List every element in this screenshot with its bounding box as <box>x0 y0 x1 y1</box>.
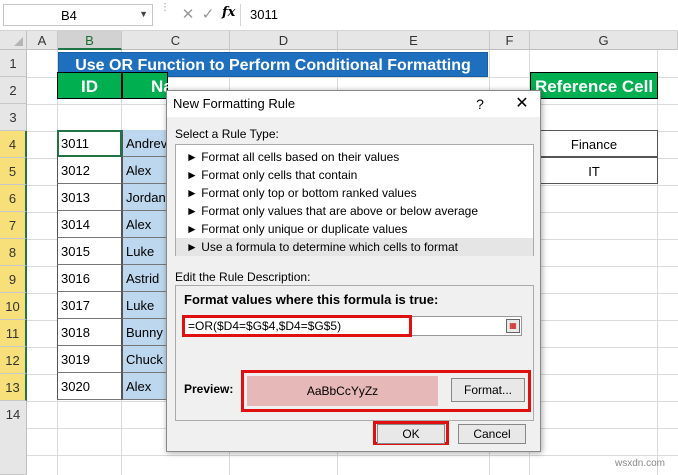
watermark: wsxdn.com <box>615 458 666 469</box>
rule-type-item[interactable]: ► Format all cells based on their values <box>176 148 533 166</box>
name-cell[interactable]: Andrev <box>122 130 168 157</box>
id-cell[interactable]: 3015 <box>57 238 122 265</box>
rule-type-item[interactable]: ► Format only values that are above or b… <box>176 202 533 220</box>
edit-description-label: Edit the Rule Description: <box>175 270 311 284</box>
gridline <box>27 455 678 456</box>
cancel-button[interactable]: Cancel <box>458 424 526 444</box>
column-header-c[interactable]: C <box>122 31 230 50</box>
name-cell[interactable]: Luke <box>122 292 168 319</box>
preview-label: Preview: <box>184 382 234 396</box>
preview-highlight-box: AaBbCcYyZz Format... <box>241 370 531 412</box>
formula-bar: B4 ▼ ⋮ ✕ ✓ fx 3011 <box>0 0 678 31</box>
rule-type-item-selected[interactable]: ► Use a formula to determine which cells… <box>176 238 533 256</box>
id-cell[interactable]: 3019 <box>57 346 122 373</box>
enter-formula-icon[interactable]: ✓ <box>198 5 218 25</box>
row-header-11[interactable]: 11 <box>0 320 27 347</box>
name-cell[interactable]: Jordan <box>122 184 168 211</box>
row-header-6[interactable]: 6 <box>0 185 27 212</box>
help-icon[interactable]: ? <box>465 91 495 117</box>
rule-type-item[interactable]: ► Format only top or bottom ranked value… <box>176 184 533 202</box>
column-header-d[interactable]: D <box>230 31 338 50</box>
reference-cell[interactable]: Finance <box>530 130 658 157</box>
id-cell[interactable]: 3018 <box>57 319 122 346</box>
rule-type-item[interactable]: ► Format only unique or duplicate values <box>176 220 533 238</box>
range-select-icon[interactable]: ▦ <box>506 319 520 333</box>
header-reference-cell[interactable]: Reference Cell <box>530 72 658 99</box>
rule-type-label: Select a Rule Type: <box>175 127 279 141</box>
rule-description-panel: Format values where this formula is true… <box>175 285 534 421</box>
header-id[interactable]: ID <box>57 72 122 99</box>
cancel-formula-icon[interactable]: ✕ <box>178 5 198 25</box>
new-formatting-rule-dialog: New Formatting Rule ? ✕ Select a Rule Ty… <box>166 90 541 452</box>
drag-handle-icon[interactable]: ⋮ <box>160 3 170 25</box>
id-cell[interactable]: 3012 <box>57 157 122 184</box>
row-header-13[interactable]: 13 <box>0 374 27 401</box>
id-cell[interactable]: 3017 <box>57 292 122 319</box>
rule-type-item[interactable]: ► Format only cells that contain <box>176 166 533 184</box>
format-preview: AaBbCcYyZz <box>247 376 438 406</box>
chevron-down-icon[interactable]: ▼ <box>139 9 148 19</box>
reference-cell[interactable]: IT <box>530 157 658 184</box>
name-cell[interactable]: Alex <box>122 157 168 184</box>
row-header-10[interactable]: 10 <box>0 293 27 320</box>
name-cell[interactable]: Astrid <box>122 265 168 292</box>
name-cell[interactable]: Bunny <box>122 319 168 346</box>
column-header-g[interactable]: G <box>530 31 678 50</box>
row-header-8[interactable]: 8 <box>0 239 27 266</box>
header-name[interactable]: Na <box>122 72 173 99</box>
row-header-4[interactable]: 4 <box>0 131 27 158</box>
name-cell[interactable]: Alex <box>122 211 168 238</box>
name-box-value: B4 <box>61 8 77 23</box>
name-cell[interactable]: Luke <box>122 238 168 265</box>
formula-title: Format values where this formula is true… <box>184 292 439 307</box>
formula-input[interactable]: 3011 <box>240 4 678 26</box>
format-button[interactable]: Format... <box>451 378 525 402</box>
row-header-2[interactable]: 2 <box>0 77 27 104</box>
row-header-7[interactable]: 7 <box>0 212 27 239</box>
id-cell[interactable]: 3013 <box>57 184 122 211</box>
insert-function-icon[interactable]: fx <box>222 5 235 20</box>
row-header-5[interactable]: 5 <box>0 158 27 185</box>
name-cell[interactable]: Chuck <box>122 346 168 373</box>
select-all-corner[interactable] <box>0 31 27 50</box>
gridline <box>657 50 658 475</box>
name-box[interactable]: B4 ▼ <box>3 4 153 26</box>
id-cell[interactable]: 3020 <box>57 373 122 400</box>
column-header-f[interactable]: F <box>490 31 530 50</box>
ok-button[interactable]: OK <box>377 424 445 444</box>
rule-type-list: ► Format all cells based on their values… <box>175 144 534 256</box>
column-header-e[interactable]: E <box>338 31 490 50</box>
column-header-a[interactable]: A <box>27 31 58 50</box>
column-header-b[interactable]: B <box>58 31 122 50</box>
row-header-9[interactable]: 9 <box>0 266 27 293</box>
id-cell[interactable]: 3014 <box>57 211 122 238</box>
id-cell[interactable]: 3011 <box>57 130 122 157</box>
formula-highlight-box <box>182 315 412 337</box>
id-cell[interactable]: 3016 <box>57 265 122 292</box>
row-header-12[interactable]: 12 <box>0 347 27 374</box>
close-icon[interactable]: ✕ <box>507 91 537 117</box>
name-cell[interactable]: Alex <box>122 373 168 400</box>
row-header-14[interactable]: 14 <box>0 401 27 475</box>
row-header-1[interactable]: 1 <box>0 50 27 77</box>
row-header-3[interactable]: 3 <box>0 104 27 131</box>
